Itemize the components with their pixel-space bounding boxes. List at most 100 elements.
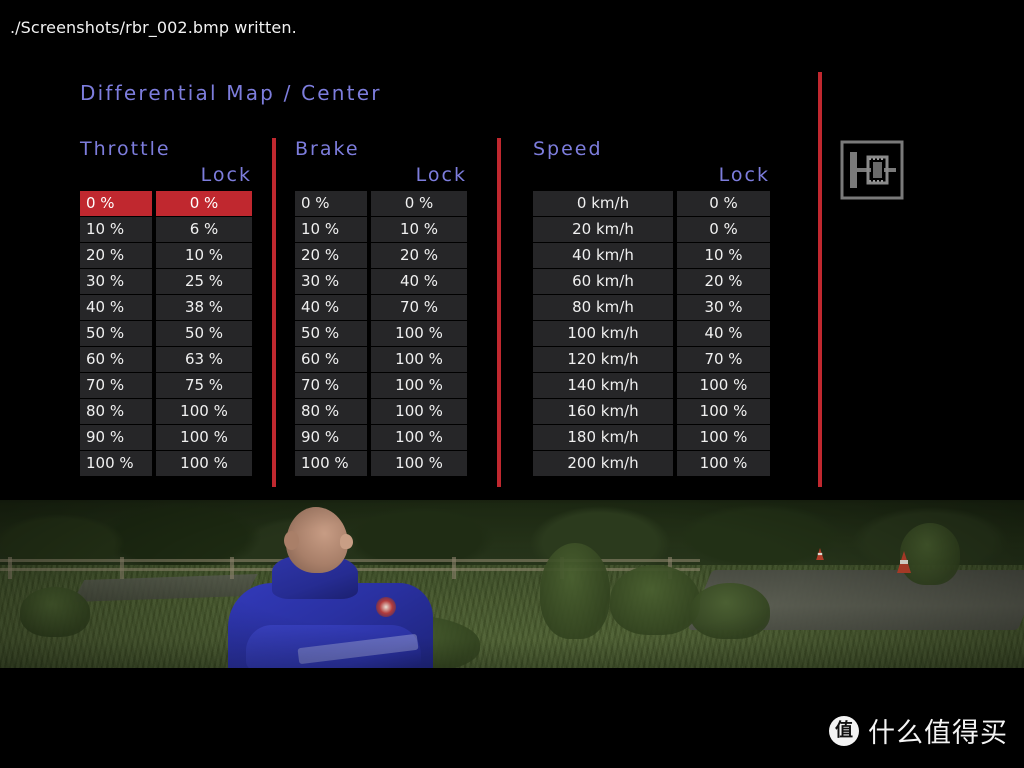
lock-value-cell[interactable]: 70 % [677, 347, 770, 372]
lock-value-cell[interactable]: 100 % [156, 451, 252, 476]
table-row[interactable]: 50 % 100 % [295, 321, 467, 346]
lock-value-cell[interactable]: 63 % [156, 347, 252, 372]
table-row[interactable]: 30 % 40 % [295, 269, 467, 294]
lock-value-cell[interactable]: 100 % [677, 425, 770, 450]
input-value-cell[interactable]: 30 % [80, 269, 152, 294]
table-row[interactable]: 20 % 10 % [80, 243, 252, 268]
input-value-cell[interactable]: 70 % [295, 373, 367, 398]
input-value-cell[interactable]: 60 % [295, 347, 367, 372]
table-row[interactable]: 40 % 38 % [80, 295, 252, 320]
table-row[interactable]: 140 km/h 100 % [533, 373, 770, 398]
lock-value-cell[interactable]: 6 % [156, 217, 252, 242]
lock-value-cell[interactable]: 0 % [677, 217, 770, 242]
lock-value-cell[interactable]: 10 % [677, 243, 770, 268]
lock-value-cell[interactable]: 100 % [156, 399, 252, 424]
input-value-cell[interactable]: 90 % [295, 425, 367, 450]
table-row[interactable]: 60 km/h 20 % [533, 269, 770, 294]
input-value-cell[interactable]: 70 % [80, 373, 152, 398]
input-value-cell[interactable]: 0 % [295, 191, 367, 216]
table-row[interactable]: 180 km/h 100 % [533, 425, 770, 450]
table-row[interactable]: 90 % 100 % [295, 425, 467, 450]
input-value-cell[interactable]: 50 % [80, 321, 152, 346]
table-row[interactable]: 100 % 100 % [295, 451, 467, 476]
input-value-cell[interactable]: 0 km/h [533, 191, 673, 216]
lock-value-cell[interactable]: 0 % [677, 191, 770, 216]
input-value-cell[interactable]: 40 km/h [533, 243, 673, 268]
lock-value-cell[interactable]: 100 % [371, 425, 467, 450]
input-value-cell[interactable]: 30 % [295, 269, 367, 294]
table-row[interactable]: 10 % 6 % [80, 217, 252, 242]
input-value-cell[interactable]: 40 % [295, 295, 367, 320]
table-row[interactable]: 120 km/h 70 % [533, 347, 770, 372]
table-row[interactable]: 100 km/h 40 % [533, 321, 770, 346]
lock-value-cell[interactable]: 100 % [371, 373, 467, 398]
input-value-cell[interactable]: 80 km/h [533, 295, 673, 320]
input-value-cell[interactable]: 50 % [295, 321, 367, 346]
lock-value-cell[interactable]: 70 % [371, 295, 467, 320]
input-value-cell[interactable]: 100 % [80, 451, 152, 476]
lock-value-cell[interactable]: 25 % [156, 269, 252, 294]
table-row[interactable]: 70 % 100 % [295, 373, 467, 398]
table-row[interactable]: 40 km/h 10 % [533, 243, 770, 268]
lock-value-cell[interactable]: 100 % [677, 451, 770, 476]
table-row[interactable]: 0 km/h 0 % [533, 191, 770, 216]
input-value-cell[interactable]: 60 km/h [533, 269, 673, 294]
lock-value-cell[interactable]: 100 % [371, 347, 467, 372]
input-value-cell[interactable]: 10 % [80, 217, 152, 242]
lock-value-cell[interactable]: 50 % [156, 321, 252, 346]
input-value-cell[interactable]: 100 % [295, 451, 367, 476]
lock-value-cell[interactable]: 100 % [371, 451, 467, 476]
lock-value-cell[interactable]: 75 % [156, 373, 252, 398]
lock-value-cell[interactable]: 38 % [156, 295, 252, 320]
table-row[interactable]: 40 % 70 % [295, 295, 467, 320]
input-value-cell[interactable]: 60 % [80, 347, 152, 372]
table-row[interactable]: 100 % 100 % [80, 451, 252, 476]
input-value-cell[interactable]: 10 % [295, 217, 367, 242]
input-value-cell[interactable]: 80 % [295, 399, 367, 424]
table-row[interactable]: 80 % 100 % [80, 399, 252, 424]
table-row[interactable]: 60 % 100 % [295, 347, 467, 372]
lock-value-cell[interactable]: 100 % [371, 399, 467, 424]
table-row[interactable]: 30 % 25 % [80, 269, 252, 294]
bush [610, 565, 700, 635]
input-value-cell[interactable]: 180 km/h [533, 425, 673, 450]
table-row[interactable]: 20 % 20 % [295, 243, 467, 268]
lock-value-cell[interactable]: 10 % [371, 217, 467, 242]
lock-value-cell[interactable]: 30 % [677, 295, 770, 320]
input-value-cell[interactable]: 100 km/h [533, 321, 673, 346]
table-row[interactable]: 0 % 0 % [80, 191, 252, 216]
input-value-cell[interactable]: 20 km/h [533, 217, 673, 242]
table-row[interactable]: 90 % 100 % [80, 425, 252, 450]
table-row[interactable]: 70 % 75 % [80, 373, 252, 398]
input-value-cell[interactable]: 20 % [80, 243, 152, 268]
input-value-cell[interactable]: 90 % [80, 425, 152, 450]
input-value-cell[interactable]: 120 km/h [533, 347, 673, 372]
lock-value-cell[interactable]: 20 % [677, 269, 770, 294]
input-value-cell[interactable]: 140 km/h [533, 373, 673, 398]
input-value-cell[interactable]: 160 km/h [533, 399, 673, 424]
input-value-cell[interactable]: 200 km/h [533, 451, 673, 476]
lock-value-cell[interactable]: 100 % [677, 399, 770, 424]
lock-value-cell[interactable]: 40 % [677, 321, 770, 346]
lock-value-cell[interactable]: 20 % [371, 243, 467, 268]
table-row[interactable]: 80 % 100 % [295, 399, 467, 424]
lock-value-cell[interactable]: 0 % [156, 191, 252, 216]
input-value-cell[interactable]: 40 % [80, 295, 152, 320]
lock-value-cell[interactable]: 100 % [371, 321, 467, 346]
table-row[interactable]: 80 km/h 30 % [533, 295, 770, 320]
table-row[interactable]: 160 km/h 100 % [533, 399, 770, 424]
table-row[interactable]: 10 % 10 % [295, 217, 467, 242]
lock-value-cell[interactable]: 100 % [156, 425, 252, 450]
table-row[interactable]: 20 km/h 0 % [533, 217, 770, 242]
input-value-cell[interactable]: 0 % [80, 191, 152, 216]
lock-value-cell[interactable]: 40 % [371, 269, 467, 294]
table-row[interactable]: 200 km/h 100 % [533, 451, 770, 476]
input-value-cell[interactable]: 80 % [80, 399, 152, 424]
lock-value-cell[interactable]: 100 % [677, 373, 770, 398]
table-row[interactable]: 60 % 63 % [80, 347, 252, 372]
table-row[interactable]: 50 % 50 % [80, 321, 252, 346]
lock-value-cell[interactable]: 10 % [156, 243, 252, 268]
lock-value-cell[interactable]: 0 % [371, 191, 467, 216]
input-value-cell[interactable]: 20 % [295, 243, 367, 268]
table-row[interactable]: 0 % 0 % [295, 191, 467, 216]
